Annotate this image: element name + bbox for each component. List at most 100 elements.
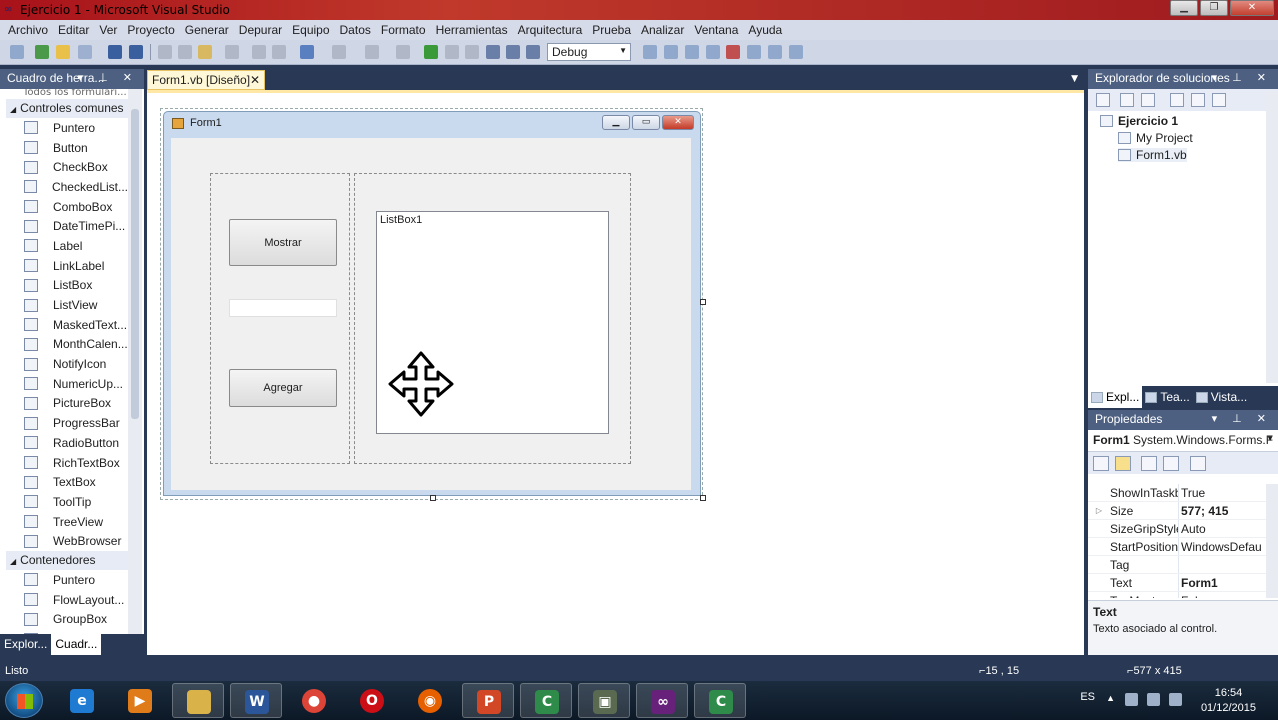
tab-team-explorer[interactable]: Tea... — [1142, 386, 1192, 408]
menu-ayuda[interactable]: Ayuda — [743, 23, 787, 37]
toolbox-item-listview[interactable]: ListView — [6, 295, 128, 315]
toolbox-group-all[interactable]: Todos los formulari... — [6, 89, 128, 99]
add-item-icon[interactable] — [35, 45, 49, 59]
toolbox-item-datetimepi[interactable]: DateTimePi... — [6, 216, 128, 236]
menu-equipo[interactable]: Equipo — [287, 23, 334, 37]
toolbox-item-notifyicon[interactable]: NotifyIcon — [6, 354, 128, 374]
close-tab-icon[interactable]: ✕ — [250, 73, 260, 87]
tab-class-view[interactable]: Vista... — [1193, 386, 1250, 408]
taskbar-visual-studio[interactable]: ∞ — [636, 683, 688, 718]
menu-ventana[interactable]: Ventana — [689, 23, 743, 37]
events-lightning-icon[interactable] — [1163, 456, 1179, 471]
toolbox-item-flowlayout[interactable]: FlowLayout... — [6, 590, 128, 610]
expand-icon[interactable] — [1088, 520, 1110, 537]
step-into-icon[interactable] — [486, 45, 500, 59]
menu-arquitectura[interactable]: Arquitectura — [513, 23, 588, 37]
cut-icon[interactable] — [158, 45, 172, 59]
menu-generar[interactable]: Generar — [180, 23, 234, 37]
volume-icon[interactable] — [1169, 693, 1182, 706]
toolbox-item-treeview[interactable]: TreeView — [6, 512, 128, 532]
network-icon[interactable] — [1147, 693, 1160, 706]
tab-server-explorer[interactable]: Explor... — [0, 634, 51, 655]
taskbar-firefox[interactable]: ◉ — [404, 683, 456, 718]
toolbox-item-picturebox[interactable]: PictureBox — [6, 394, 128, 414]
close-button[interactable]: ✕ — [1230, 0, 1274, 16]
paste-icon[interactable] — [198, 45, 212, 59]
toolbox-item-maskedtext[interactable]: MaskedText... — [6, 315, 128, 335]
toolbox-item-checkbox[interactable]: CheckBox — [6, 157, 128, 177]
listbox[interactable]: ListBox1 — [376, 211, 609, 434]
navigate-back-icon[interactable] — [365, 45, 379, 59]
language-indicator[interactable]: ES — [1080, 691, 1095, 703]
property-row[interactable]: ▷ Size 577; 415 — [1088, 502, 1266, 520]
property-value[interactable]: 577; 415 — [1178, 502, 1266, 519]
menu-analizar[interactable]: Analizar — [636, 23, 689, 37]
property-row[interactable]: StartPosition WindowsDefau — [1088, 538, 1266, 556]
property-value[interactable]: WindowsDefau — [1178, 538, 1266, 555]
solution-configuration-select[interactable]: Debug ▼ — [547, 43, 631, 61]
save-icon[interactable] — [108, 45, 122, 59]
save-all-icon[interactable] — [129, 45, 143, 59]
resize-handle-corner[interactable] — [700, 495, 706, 501]
property-row[interactable]: SizeGripStyle Auto — [1088, 520, 1266, 538]
expand-icon[interactable] — [1088, 574, 1110, 591]
step-out-icon[interactable] — [526, 45, 540, 59]
property-row[interactable]: ShowInTaskb True — [1088, 484, 1266, 502]
categorized-icon[interactable] — [1093, 456, 1109, 471]
properties-view-icon[interactable] — [1141, 456, 1157, 471]
form-designer-surface[interactable]: Form1 ▁ ▭ ✕ Mostrar Agregar ListBox1 — [147, 90, 1084, 655]
properties-window-icon[interactable] — [685, 45, 699, 59]
show-hidden-icons-icon[interactable]: ▲ — [1106, 693, 1115, 703]
refresh-icon[interactable] — [1141, 93, 1155, 107]
toolbox-item-puntero[interactable]: Puntero — [6, 118, 128, 138]
menu-depurar[interactable]: Depurar — [234, 23, 287, 37]
toolbox-item-numericup[interactable]: NumericUp... — [6, 374, 128, 394]
step-over-icon[interactable] — [506, 45, 520, 59]
expand-icon[interactable] — [1088, 484, 1110, 501]
panel-controls[interactable]: ▾ ⊥ ✕ — [1212, 71, 1272, 84]
toolbox-item-richtextbox[interactable]: RichTextBox — [6, 453, 128, 473]
taskbar-word[interactable]: W — [230, 683, 282, 718]
open-file-icon[interactable] — [56, 45, 70, 59]
taskbar-clock[interactable]: 16:54 01/12/2015 — [1201, 686, 1256, 716]
input-textbox[interactable] — [229, 299, 337, 317]
toolbox-icon[interactable] — [726, 45, 740, 59]
toolbox-item-checkedlist[interactable]: CheckedList... — [6, 177, 128, 197]
menu-datos[interactable]: Datos — [335, 23, 376, 37]
taskbar-vs-setup[interactable]: ▣ — [578, 683, 630, 718]
agregar-button[interactable]: Agregar — [229, 369, 337, 407]
tab-toolbox[interactable]: Cuadr... — [51, 634, 102, 655]
toolbox-item-radiobutton[interactable]: RadioButton — [6, 433, 128, 453]
property-row[interactable]: Tag — [1088, 556, 1266, 574]
tree-root-ejercicio1[interactable]: Ejercicio 1 — [1100, 114, 1178, 128]
panel-controls[interactable]: ▾ ⊥ ✕ — [1212, 412, 1272, 425]
property-pages-icon[interactable] — [1190, 456, 1206, 471]
start-button[interactable] — [5, 683, 43, 718]
toolbox-item-monthcalen[interactable]: MonthCalen... — [6, 335, 128, 355]
menu-prueba[interactable]: Prueba — [587, 23, 636, 37]
taskbar-file-explorer[interactable] — [172, 683, 224, 718]
tab-form1-design[interactable]: Form1.vb [Diseño] ✕ — [147, 70, 265, 90]
comment-icon[interactable] — [252, 45, 266, 59]
form-minimize-button[interactable]: ▁ — [602, 115, 630, 130]
resize-handle-right[interactable] — [700, 299, 706, 305]
tab-list-dropdown-icon[interactable]: ▼ — [1071, 74, 1078, 84]
property-value[interactable]: Auto — [1178, 520, 1266, 537]
class-diagram-icon[interactable] — [1212, 93, 1226, 107]
object-browser-icon[interactable] — [706, 45, 720, 59]
toolbox-item-label[interactable]: Label — [6, 236, 128, 256]
view-designer-icon[interactable] — [1191, 93, 1205, 107]
start-page-icon[interactable] — [747, 45, 761, 59]
form-close-button[interactable]: ✕ — [662, 115, 694, 130]
tree-item-form1vb[interactable]: Form1.vb — [1118, 148, 1187, 162]
toolbox-group-containers[interactable]: ◢ Contenedores — [6, 551, 128, 571]
menu-editar[interactable]: Editar — [53, 23, 94, 37]
uncomment-icon[interactable] — [272, 45, 286, 59]
panel-controls[interactable]: ▾ ⊥ ✕ — [78, 71, 138, 84]
tab-solution-explorer[interactable]: Expl... — [1088, 386, 1143, 408]
mostrar-button[interactable]: Mostrar — [229, 219, 337, 266]
find-icon[interactable] — [225, 45, 239, 59]
form-maximize-button[interactable]: ▭ — [632, 115, 660, 130]
alphabetical-icon[interactable] — [1115, 456, 1131, 471]
find-in-files-icon[interactable] — [643, 45, 657, 59]
